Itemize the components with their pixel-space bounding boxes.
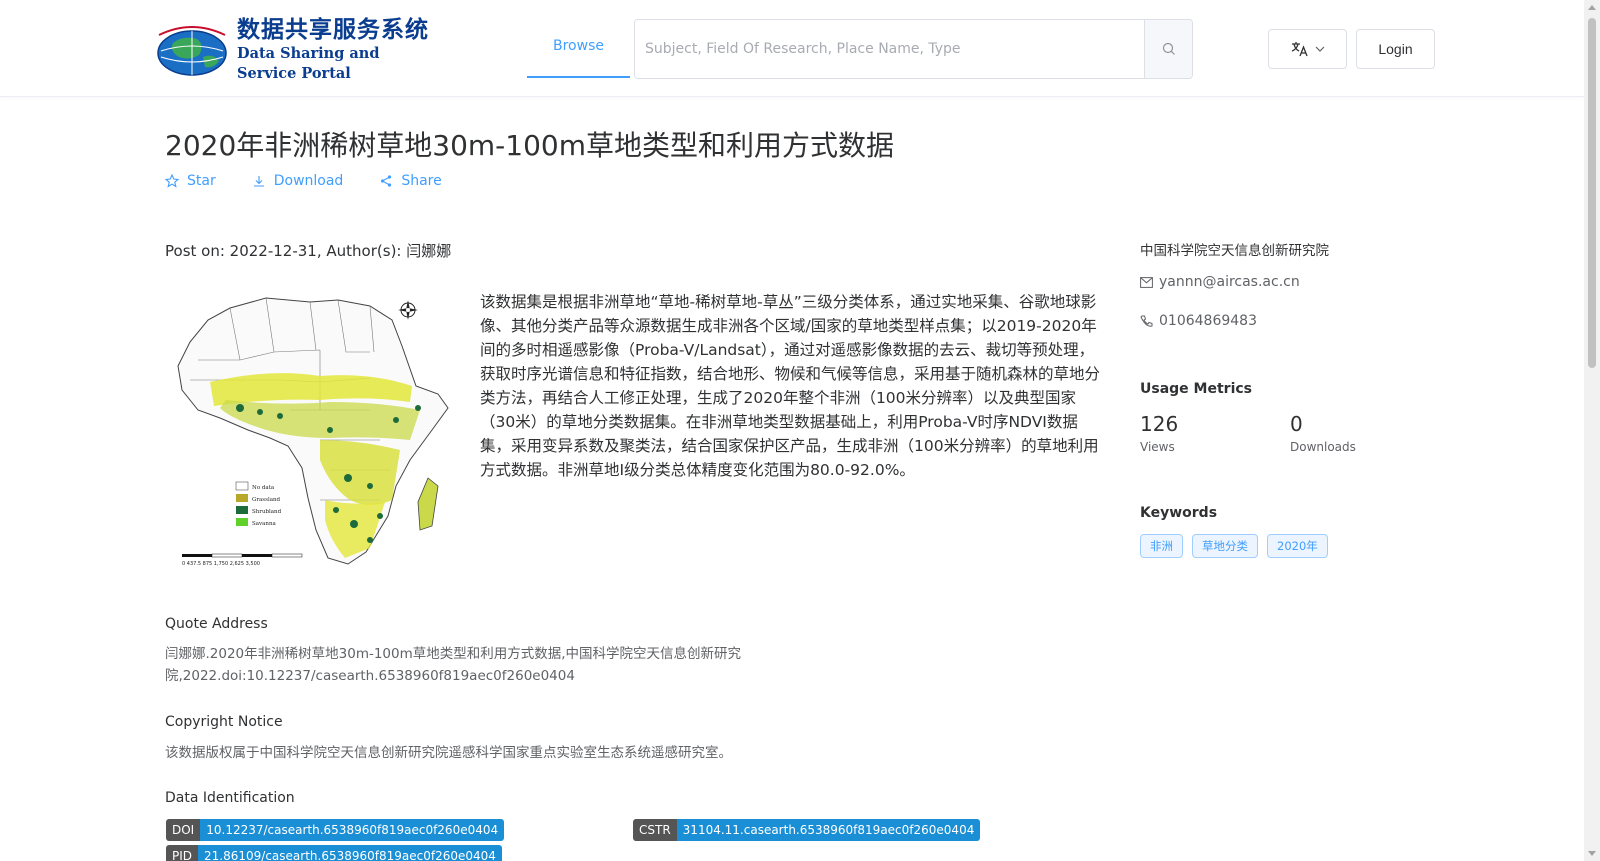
search-bar: [634, 19, 1193, 79]
chevron-down-icon: [1315, 46, 1324, 52]
dataset-description: 该数据集是根据非洲草地“草地-稀树草地-草丛”三级分类体系，通过实地采集、谷歌地…: [480, 293, 1101, 479]
logo-title-en: Data Sharing and Service Portal: [237, 45, 380, 82]
cstr-badge[interactable]: CSTR 31104.11.casearth.6538960f819aec0f2…: [633, 819, 981, 841]
pid-key: PID: [166, 845, 199, 861]
share-label: Share: [401, 173, 442, 189]
pid-value: 21.86109/casearth.6538960f819aec0f260e04…: [198, 845, 502, 861]
logo-text: 数据共享服务系统 Data Sharing and Service Portal: [237, 16, 443, 84]
keyword-tag[interactable]: 非洲: [1140, 534, 1183, 558]
views-count: 126: [1140, 412, 1179, 436]
globe-logo-icon: [153, 21, 231, 79]
keyword-tag[interactable]: 2020年: [1267, 534, 1328, 558]
top-header: 数据共享服务系统 Data Sharing and Service Portal…: [0, 0, 1584, 97]
keywords-heading: Keywords: [1140, 505, 1218, 521]
quote-line: 院,2022.doi:10.12237/casearth.6538960f819…: [165, 668, 575, 684]
keyword-tag[interactable]: 草地分类: [1192, 534, 1258, 558]
contact-email[interactable]: yannn@aircas.ac.cn: [1159, 274, 1300, 290]
nav-tab-browse[interactable]: Browse: [527, 20, 630, 78]
post-info: Post on: 2022-12-31, Author(s): 闫娜娜: [165, 240, 451, 261]
scroll-down-arrow-icon[interactable]: [1588, 851, 1596, 856]
keyword-list: 非洲 草地分类 2020年: [1140, 534, 1328, 558]
search-input[interactable]: [635, 20, 1144, 78]
views-label: Views: [1140, 440, 1175, 454]
usage-metrics-heading: Usage Metrics: [1140, 381, 1252, 397]
map-legend-item: Grassland: [252, 497, 281, 503]
scroll-up-arrow-icon[interactable]: [1588, 5, 1596, 10]
quote-line: 闫娜娜.2020年非洲稀树草地30m-100m草地类型和利用方式数据,中国科学院…: [165, 646, 742, 662]
map-legend-item: Shrubland: [252, 509, 282, 515]
map-legend-item: No data: [252, 485, 275, 491]
copyright-text: 该数据版权属于中国科学院空天信息创新研究院遥感科学国家重点实验室生态系统遥感研究…: [165, 745, 732, 761]
africa-grassland-map[interactable]: No data Grassland Shrubland Savanna 0 43…: [170, 290, 460, 575]
dataset-actions: Star Download Share: [165, 173, 442, 189]
phone-icon: [1140, 315, 1153, 327]
page-scrollbar[interactable]: [1584, 0, 1600, 861]
logo-title-cn: 数据共享服务系统: [237, 16, 429, 43]
copyright-heading: Copyright Notice: [165, 714, 283, 730]
quote-text: 闫娜娜.2020年非洲稀树草地30m-100m草地类型和利用方式数据,中国科学院…: [165, 643, 805, 687]
contact-organization: 中国科学院空天信息创新研究院: [1140, 243, 1329, 259]
mail-icon: [1140, 276, 1153, 288]
post-date: 2022-12-31: [229, 242, 317, 260]
translate-icon: [1291, 42, 1308, 57]
quote-heading: Quote Address: [165, 616, 268, 632]
scroll-thumb[interactable]: [1588, 18, 1596, 368]
map-legend-item: Savanna: [252, 521, 277, 527]
author-name[interactable]: 闫娜娜: [406, 242, 451, 260]
share-icon: [381, 175, 392, 187]
contact-email-row: yannn@aircas.ac.cn: [1140, 274, 1300, 290]
cstr-value: 31104.11.casearth.6538960f819aec0f260e04…: [676, 819, 981, 841]
download-button[interactable]: Download: [252, 173, 344, 189]
star-icon: [165, 174, 179, 188]
portal-logo[interactable]: 数据共享服务系统 Data Sharing and Service Portal: [153, 16, 443, 82]
download-icon: [253, 176, 264, 187]
dataset-title: 2020年非洲稀树草地30m-100m草地类型和利用方式数据: [165, 129, 894, 162]
doi-badge[interactable]: DOI 10.12237/casearth.6538960f819aec0f26…: [166, 819, 505, 841]
star-button[interactable]: Star: [165, 173, 216, 189]
language-switch-button[interactable]: [1268, 29, 1347, 69]
post-prefix: Post on:: [165, 242, 230, 260]
download-label: Download: [273, 173, 344, 189]
login-button[interactable]: Login: [1356, 29, 1435, 69]
search-icon: [1162, 42, 1175, 55]
star-label: Star: [187, 173, 216, 189]
share-button[interactable]: Share: [379, 173, 442, 189]
author-prefix: , Author(s):: [316, 242, 407, 260]
contact-phone-row: 01064869483: [1140, 313, 1257, 329]
contact-phone: 01064869483: [1159, 313, 1257, 329]
metric-downloads: 0 Downloads: [1290, 412, 1356, 454]
search-button[interactable]: [1144, 20, 1192, 78]
downloads-label: Downloads: [1290, 440, 1356, 454]
map-scale-label: 0 437.5 875 1,750 2,625 3,500: [182, 561, 260, 567]
doi-key: DOI: [166, 819, 201, 841]
downloads-count: 0: [1290, 412, 1303, 436]
cstr-key: CSTR: [633, 819, 677, 841]
pid-badge[interactable]: PID 21.86109/casearth.6538960f819aec0f26…: [166, 845, 502, 861]
data-identification-heading: Data Identification: [165, 790, 295, 806]
doi-value: 10.12237/casearth.6538960f819aec0f260e04…: [200, 819, 505, 841]
metric-views: 126 Views: [1140, 412, 1178, 454]
